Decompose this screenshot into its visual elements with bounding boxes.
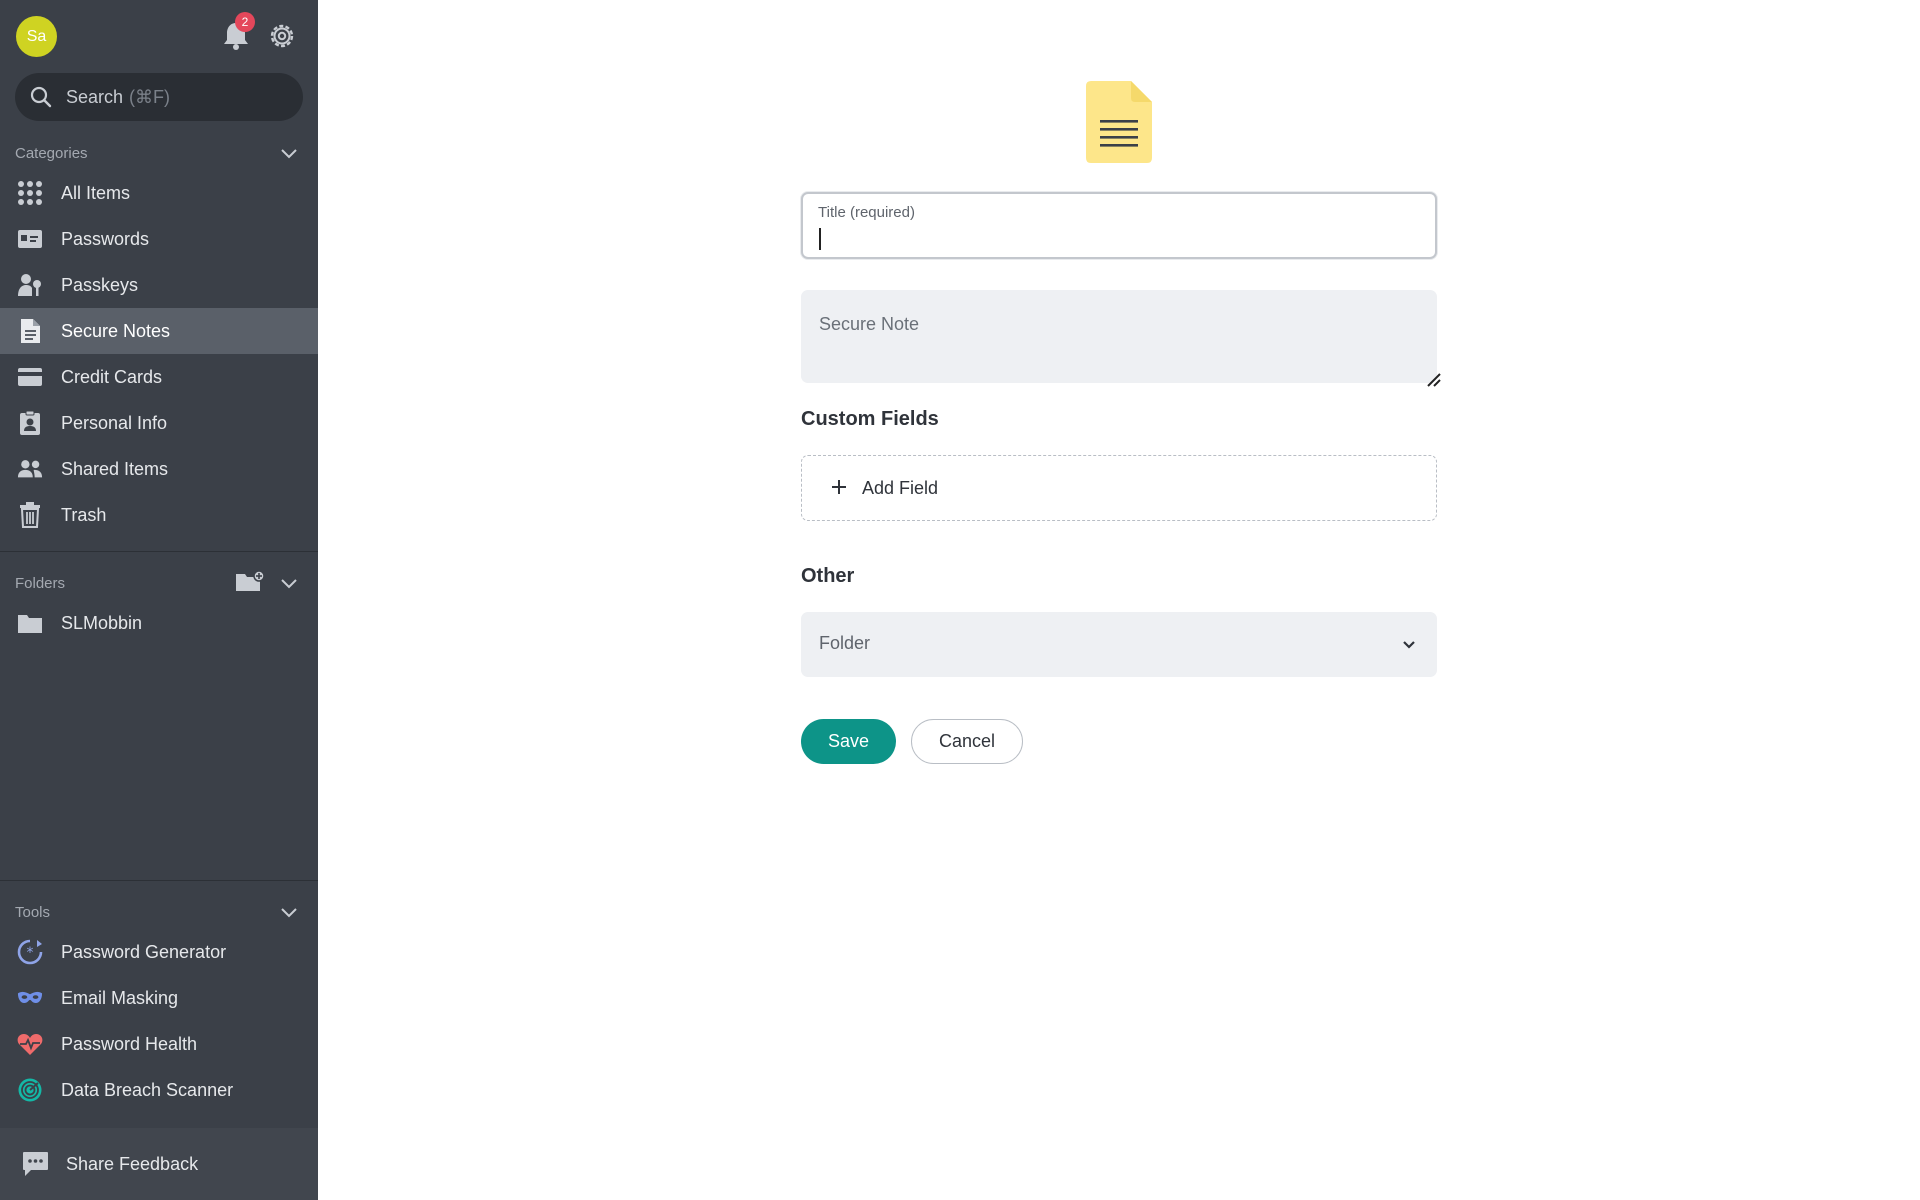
sidebar-item-label: Data Breach Scanner [61, 1080, 234, 1100]
share-feedback-button[interactable]: Share Feedback [0, 1128, 318, 1200]
other-heading: Other [801, 565, 855, 587]
sidebar-item-password-generator[interactable]: * Password Generator [0, 929, 318, 975]
app: Sa 2 Search (⌘F) Categories All Items Pa… [0, 0, 1920, 1200]
divider [0, 880, 318, 881]
sidebar-item-email-masking[interactable]: Email Masking [0, 975, 318, 1021]
credit-card-icon [17, 364, 43, 390]
sidebar-item-secure-notes[interactable]: Secure Notes [0, 308, 318, 354]
sidebar-item-all-items[interactable]: All Items [0, 170, 318, 216]
divider [0, 551, 318, 552]
sidebar-item-folder-slmobbin[interactable]: SLMobbin [0, 600, 318, 646]
trash-icon [17, 502, 43, 528]
folder-select-placeholder: Folder [819, 633, 871, 653]
folders-heading-label: Folders [15, 574, 66, 592]
svg-text:*: * [27, 945, 34, 961]
chevron-down-icon [1403, 641, 1415, 649]
folders-heading: Folders [15, 569, 303, 595]
search-shortcut: (⌘F) [129, 86, 171, 107]
cancel-button[interactable]: Cancel [911, 719, 1023, 764]
resize-handle-icon[interactable] [1425, 371, 1443, 389]
sidebar-item-password-health[interactable]: Password Health [0, 1021, 318, 1067]
plus-icon [832, 480, 846, 494]
note-icon [17, 318, 43, 344]
sidebar: Sa 2 Search (⌘F) Categories All Items Pa… [0, 0, 318, 1200]
tools-heading: Tools [15, 900, 303, 924]
folder-icon [17, 610, 43, 636]
password-card-icon [17, 226, 43, 252]
sidebar-item-label: Email Masking [61, 988, 179, 1008]
sidebar-item-credit-cards[interactable]: Credit Cards [0, 354, 318, 400]
title-field[interactable]: Title (required) [801, 192, 1437, 259]
id-badge-icon [17, 410, 43, 436]
add-field-label: Add Field [862, 478, 939, 498]
custom-fields-heading: Custom Fields [801, 408, 939, 430]
title-input[interactable] [818, 226, 1418, 252]
sidebar-item-label: Passkeys [61, 275, 139, 295]
add-field-button[interactable]: Add Field [801, 455, 1437, 521]
share-feedback-label: Share Feedback [66, 1154, 199, 1174]
passkey-icon [17, 272, 43, 298]
sidebar-header: Sa 2 [0, 0, 318, 72]
chevron-down-icon[interactable] [279, 573, 299, 593]
chevron-down-icon[interactable] [279, 902, 299, 922]
heart-pulse-icon [17, 1031, 43, 1057]
mask-icon [17, 985, 43, 1011]
radar-icon [17, 1077, 43, 1103]
notification-badge: 2 [235, 12, 255, 32]
search-placeholder: Search [66, 86, 124, 107]
sidebar-item-label: Secure Notes [61, 321, 171, 341]
avatar[interactable]: Sa [16, 16, 57, 57]
categories-heading: Categories [15, 141, 303, 165]
grid-icon [17, 180, 43, 206]
tools-heading-label: Tools [15, 903, 51, 921]
sidebar-item-passkeys[interactable]: Passkeys [0, 262, 318, 308]
people-icon [17, 456, 43, 482]
sidebar-item-trash[interactable]: Trash [0, 492, 318, 538]
save-button[interactable]: Save [801, 719, 896, 764]
search-icon [30, 86, 52, 108]
secure-note-icon [1085, 80, 1153, 164]
sidebar-item-label: Personal Info [61, 413, 168, 433]
secure-note-textarea[interactable]: Secure Note [801, 290, 1441, 387]
password-generator-icon: * [17, 939, 43, 965]
search-input[interactable]: Search (⌘F) [15, 73, 303, 121]
secure-note-placeholder: Secure Note [819, 314, 920, 334]
sidebar-item-label: Shared Items [61, 459, 169, 479]
chevron-down-icon[interactable] [279, 143, 299, 163]
sidebar-item-data-breach-scanner[interactable]: Data Breach Scanner [0, 1067, 318, 1113]
text-caret [819, 228, 821, 250]
folder-select[interactable]: Folder [801, 612, 1437, 677]
sidebar-item-shared-items[interactable]: Shared Items [0, 446, 318, 492]
gear-icon[interactable] [267, 21, 297, 51]
sidebar-item-label: Passwords [61, 229, 150, 249]
add-folder-icon[interactable] [235, 569, 265, 593]
title-field-label: Title (required) [818, 204, 915, 221]
sidebar-item-label: All Items [61, 183, 131, 203]
sidebar-item-label: Password Health [61, 1034, 198, 1054]
sidebar-item-label: Trash [61, 505, 107, 525]
categories-heading-label: Categories [15, 144, 88, 162]
sidebar-item-personal-info[interactable]: Personal Info [0, 400, 318, 446]
sidebar-item-passwords[interactable]: Passwords [0, 216, 318, 262]
chat-bubble-icon [22, 1151, 49, 1182]
sidebar-item-label: Password Generator [61, 942, 227, 962]
sidebar-item-label: Credit Cards [61, 367, 163, 387]
sidebar-item-label: SLMobbin [61, 613, 143, 633]
